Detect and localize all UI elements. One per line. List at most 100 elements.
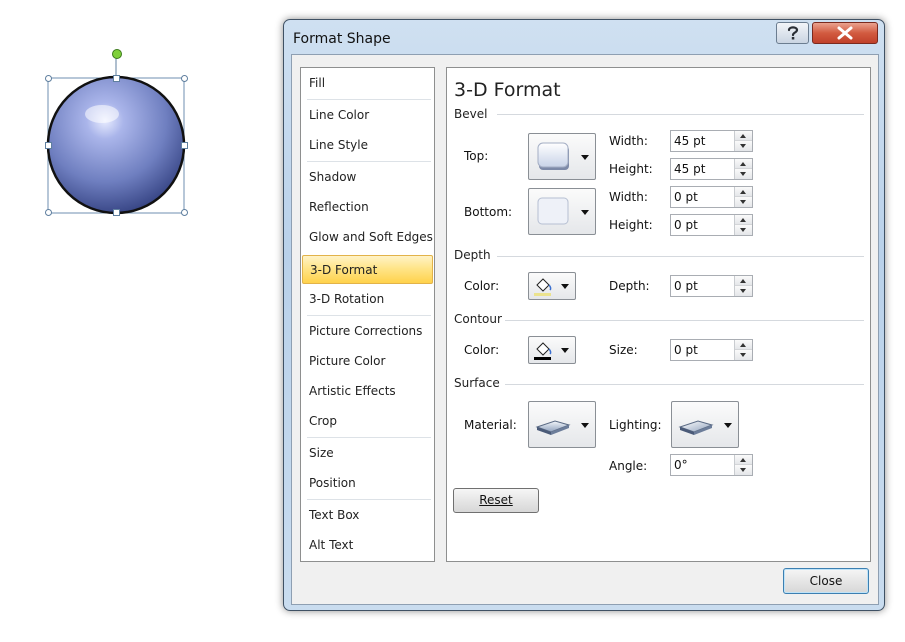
reset-button-label: Reset	[479, 493, 513, 507]
spin-up-icon[interactable]	[735, 455, 752, 465]
material-gallery-button[interactable]	[528, 401, 596, 448]
spin-down-icon[interactable]	[735, 465, 752, 475]
spin-up-icon[interactable]	[735, 187, 752, 197]
3d-format-panel: 3-D Format Bevel Top: Width: 45 pt Heigh…	[446, 67, 871, 562]
category-picture-color[interactable]: Picture Color	[302, 347, 433, 376]
category-list: Fill Line Color Line Style Shadow Reflec…	[300, 67, 435, 562]
dropdown-arrow-icon	[581, 423, 589, 428]
bevel-top-height-label: Height:	[609, 162, 653, 176]
dialog-client-area: Fill Line Color Line Style Shadow Reflec…	[291, 54, 879, 605]
bevel-section-heading: Bevel	[454, 107, 488, 121]
dropdown-arrow-icon	[561, 348, 569, 353]
resize-handle-top-right[interactable]	[181, 75, 188, 82]
bevel-circle-icon	[537, 142, 569, 170]
category-shadow[interactable]: Shadow	[302, 163, 433, 192]
close-button[interactable]: Close	[783, 568, 869, 594]
category-alt-text[interactable]: Alt Text	[302, 531, 433, 560]
contour-size-spinner[interactable]: 0 pt	[670, 339, 753, 361]
category-line-style[interactable]: Line Style	[302, 131, 433, 160]
material-preview-icon	[535, 420, 571, 435]
category-line-color[interactable]: Line Color	[302, 101, 433, 130]
bevel-bottom-gallery-button[interactable]	[528, 188, 596, 235]
resize-handle-top[interactable]	[113, 75, 120, 82]
category-artistic-effects[interactable]: Artistic Effects	[302, 377, 433, 406]
spin-up-icon[interactable]	[735, 276, 752, 286]
category-separator	[307, 99, 431, 100]
paint-bucket-icon	[534, 342, 552, 360]
category-glow-soft-edges[interactable]: Glow and Soft Edges	[302, 223, 433, 252]
depth-color-button[interactable]	[528, 272, 576, 300]
category-3d-rotation[interactable]: 3-D Rotation	[302, 285, 433, 314]
bevel-bottom-width-value: 0 pt	[674, 190, 698, 204]
close-button-label: Close	[809, 574, 843, 588]
dropdown-arrow-icon	[561, 284, 569, 289]
bevel-top-label: Top:	[464, 149, 489, 163]
bevel-bottom-height-label: Height:	[609, 218, 653, 232]
section-divider	[505, 384, 864, 385]
category-size[interactable]: Size	[302, 439, 433, 468]
dropdown-arrow-icon	[581, 210, 589, 215]
material-label: Material:	[464, 418, 517, 432]
question-mark-icon	[787, 26, 798, 40]
spin-down-icon[interactable]	[735, 350, 752, 360]
help-button[interactable]	[776, 22, 809, 44]
surface-section-heading: Surface	[454, 376, 500, 390]
x-icon	[837, 26, 853, 40]
category-text-box[interactable]: Text Box	[302, 501, 433, 530]
paint-bucket-icon	[534, 278, 552, 296]
lighting-label: Lighting:	[609, 418, 662, 432]
section-divider	[497, 114, 864, 115]
reset-button[interactable]: Reset	[453, 488, 539, 513]
category-reflection[interactable]: Reflection	[302, 193, 433, 222]
resize-handle-bottom-right[interactable]	[181, 209, 188, 216]
bevel-top-width-spinner[interactable]: 45 pt	[670, 130, 753, 152]
spin-down-icon[interactable]	[735, 225, 752, 235]
window-close-button[interactable]	[812, 22, 878, 44]
category-3d-format[interactable]: 3-D Format	[302, 255, 433, 284]
category-position[interactable]: Position	[302, 469, 433, 498]
angle-value: 0°	[674, 458, 688, 472]
category-separator	[307, 499, 431, 500]
depth-value: 0 pt	[674, 279, 698, 293]
resize-handle-left[interactable]	[45, 142, 52, 149]
spin-down-icon[interactable]	[735, 286, 752, 296]
resize-handle-bottom[interactable]	[113, 209, 120, 216]
spin-down-icon[interactable]	[735, 169, 752, 179]
category-separator	[307, 437, 431, 438]
depth-section-heading: Depth	[454, 248, 491, 262]
dropdown-arrow-icon	[724, 423, 732, 428]
selected-sphere-shape[interactable]	[40, 44, 195, 224]
resize-handle-bottom-left[interactable]	[45, 209, 52, 216]
resize-handle-top-left[interactable]	[45, 75, 52, 82]
rotation-handle[interactable]	[112, 49, 122, 59]
spin-up-icon[interactable]	[735, 159, 752, 169]
category-separator	[307, 161, 431, 162]
section-divider	[505, 320, 864, 321]
bevel-none-icon	[537, 197, 569, 225]
spin-down-icon[interactable]	[735, 141, 752, 151]
bevel-top-height-spinner[interactable]: 45 pt	[670, 158, 753, 180]
depth-color-label: Color:	[464, 279, 500, 293]
sphere-graphic	[46, 54, 186, 215]
lighting-gallery-button[interactable]	[671, 401, 739, 448]
angle-spinner[interactable]: 0°	[670, 454, 753, 476]
spin-up-icon[interactable]	[735, 215, 752, 225]
category-crop[interactable]: Crop	[302, 407, 433, 436]
depth-label: Depth:	[609, 279, 650, 293]
spin-up-icon[interactable]	[735, 340, 752, 350]
spin-down-icon[interactable]	[735, 197, 752, 207]
panel-title: 3-D Format	[454, 79, 561, 101]
category-picture-corrections[interactable]: Picture Corrections	[302, 317, 433, 346]
category-fill[interactable]: Fill	[302, 69, 433, 98]
contour-section-heading: Contour	[454, 312, 502, 326]
bevel-bottom-width-spinner[interactable]: 0 pt	[670, 186, 753, 208]
contour-color-button[interactable]	[528, 336, 576, 364]
bevel-bottom-height-spinner[interactable]: 0 pt	[670, 214, 753, 236]
resize-handle-right[interactable]	[181, 142, 188, 149]
bevel-top-width-value: 45 pt	[674, 134, 706, 148]
bevel-bottom-height-value: 0 pt	[674, 218, 698, 232]
bevel-top-gallery-button[interactable]	[528, 133, 596, 180]
spin-up-icon[interactable]	[735, 131, 752, 141]
bevel-bottom-width-label: Width:	[609, 190, 648, 204]
depth-spinner[interactable]: 0 pt	[670, 275, 753, 297]
